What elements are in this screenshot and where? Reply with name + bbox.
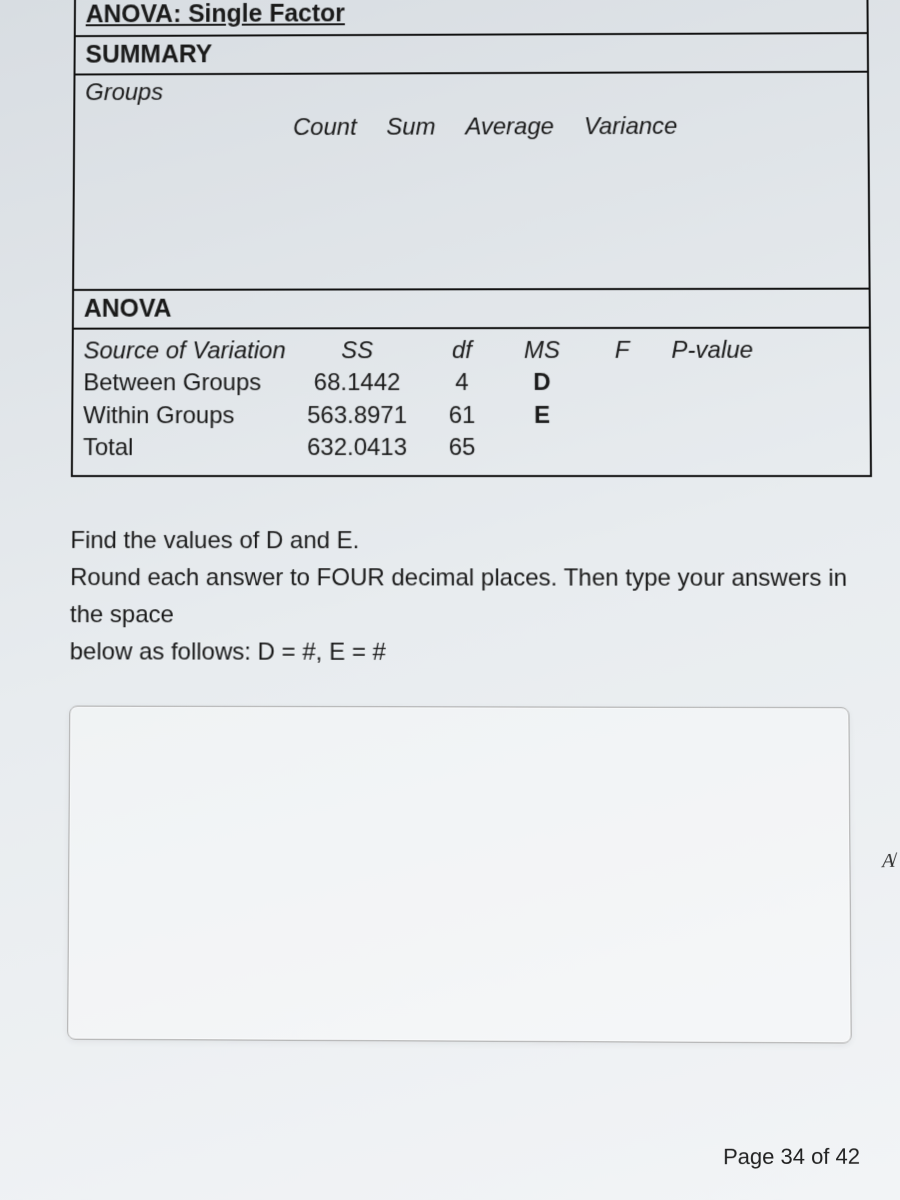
col-count: Count — [293, 114, 357, 142]
row-within-source: Within Groups — [83, 400, 292, 432]
hdr-source: Source of Variation — [83, 335, 292, 367]
question-line1: Find the values of D and E. — [70, 527, 359, 554]
table-title: ANOVA: Single Factor — [75, 0, 868, 36]
answer-input[interactable] — [67, 706, 852, 1044]
question-line2: Round each answer to FOUR decimal places… — [70, 564, 847, 628]
summary-label: SUMMARY — [75, 33, 868, 74]
row-between-df: 4 — [422, 367, 502, 399]
format-toggle-icon[interactable]: A̸ — [881, 850, 894, 873]
page-number: Page 34 of 42 — [723, 1144, 860, 1170]
col-average: Average — [465, 113, 554, 141]
row-total-df: 65 — [422, 432, 502, 464]
anova-output-table: ANOVA: Single Factor SUMMARY Groups Coun… — [71, 0, 872, 477]
hdr-ss: SS — [292, 335, 422, 367]
question-text: Find the values of D and E. Round each a… — [70, 522, 874, 672]
groups-label: Groups — [85, 79, 163, 106]
hdr-df: df — [422, 335, 502, 367]
hdr-f: F — [582, 335, 662, 367]
summary-header-row: Groups Count Sum Average Variance — [73, 72, 870, 290]
row-total-ss: 632.0413 — [292, 432, 422, 464]
question-line3: below as follows: D = #, E = # — [70, 638, 386, 666]
anova-label: ANOVA — [73, 289, 870, 329]
col-variance: Variance — [584, 113, 678, 141]
row-between-source: Between Groups — [83, 368, 292, 400]
row-between-ms: D — [502, 367, 582, 399]
hdr-pvalue: P-value — [662, 335, 762, 367]
hdr-ms: MS — [502, 335, 582, 367]
row-total-source: Total — [83, 432, 292, 464]
row-within-ms: E — [502, 400, 582, 432]
row-within-df: 61 — [422, 400, 502, 432]
col-sum: Sum — [386, 114, 435, 142]
anova-variation-block: Source of Variation SS df MS F P-value B… — [72, 328, 871, 476]
row-between-ss: 68.1442 — [292, 367, 422, 399]
row-within-ss: 563.8971 — [292, 400, 422, 432]
